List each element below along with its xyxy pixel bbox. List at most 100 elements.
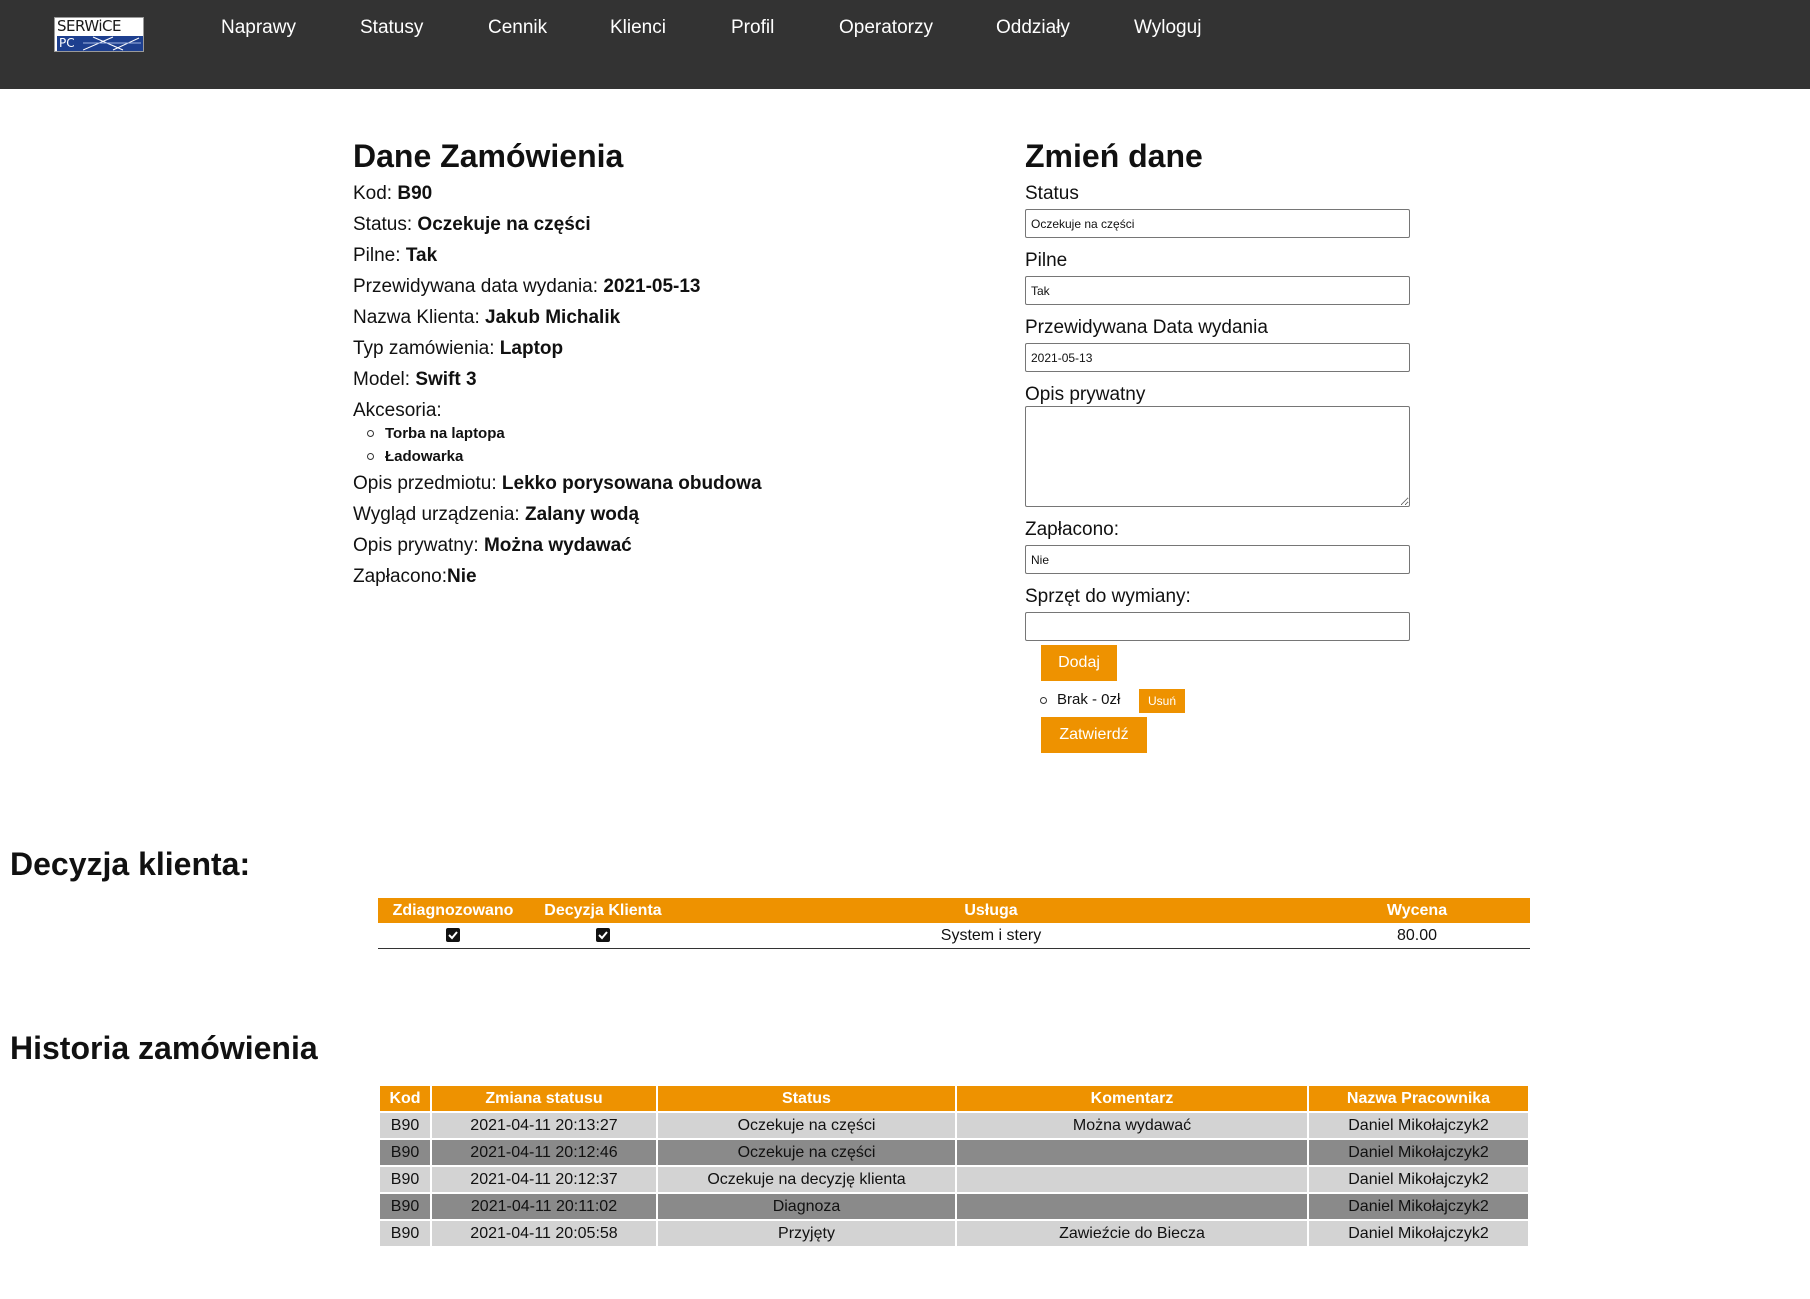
column-header: Nazwa Pracownika [1309, 1086, 1528, 1111]
detail-release-date-label: Przewidywana data wydania: [353, 276, 604, 297]
nav-link-wyloguj[interactable]: Wyloguj [1134, 17, 1201, 39]
detail-urgent-label: Pilne: [353, 245, 406, 266]
table-row: System i stery 80.00 [378, 923, 1530, 948]
accessories-list: Torba na laptopa Ładowarka [353, 422, 505, 468]
release-date-field-label: Przewidywana Data wydania [1025, 317, 1268, 338]
table-cell: Daniel Mikołajczyk2 [1309, 1221, 1528, 1246]
circle-bullet-icon [1040, 697, 1047, 704]
detail-code-value: B90 [397, 183, 433, 204]
client-decision-table: Zdiagnozowano Decyzja Klienta Usługa Wyc… [378, 898, 1530, 949]
urgent-field-label: Pilne [1025, 250, 1068, 271]
detail-urgent-value: Tak [405, 245, 438, 266]
table-row: B90 2021-04-11 20:05:58 Przyjęty Zawieźc… [380, 1221, 1528, 1246]
price-cell: 80.00 [1396, 926, 1438, 944]
column-header: Zmiana statusu [432, 1086, 656, 1111]
list-item: Ładowarka [353, 445, 505, 468]
paid-field[interactable] [1025, 545, 1410, 574]
diagnosed-checkbox[interactable] [446, 928, 460, 943]
private-description-textarea[interactable] [1025, 406, 1410, 507]
checkmark-icon [448, 931, 458, 940]
nav-link-operatorzy[interactable]: Operatorzy [839, 17, 933, 39]
detail-appearance: Wygląd urządzenia: Zalany wodą [353, 504, 639, 526]
detail-private-description: Opis prywatny: Można wydawać [353, 535, 632, 557]
table-header-row: Kod Zmiana statusu Status Komentarz Nazw… [380, 1086, 1528, 1111]
table-cell: 2021-04-11 20:13:27 [432, 1113, 656, 1138]
status-field[interactable] [1025, 209, 1410, 238]
column-header: Kod [380, 1086, 430, 1111]
detail-item-description: Opis przedmiotu: Lekko porysowana obudow… [353, 473, 762, 495]
nav-link-cennik[interactable]: Cennik [488, 17, 547, 39]
top-nav: SERWiCE PC Naprawy Statusy Cennik Klienc… [0, 0, 1810, 89]
release-date-field[interactable] [1025, 343, 1410, 372]
client-decision-title: Decyzja klienta: [10, 846, 251, 882]
urgent-field[interactable] [1025, 276, 1410, 305]
table-cell: Diagnoza [658, 1194, 955, 1219]
serwice-pc-logo[interactable]: SERWiCE PC [54, 17, 144, 52]
table-cell: 2021-04-11 20:05:58 [432, 1221, 656, 1246]
submit-button[interactable]: Zatwierdź [1041, 717, 1147, 753]
logo-bottom-band: PC [57, 36, 143, 51]
detail-order-type-label: Typ zamówienia: [353, 338, 500, 359]
column-header: Status [658, 1086, 955, 1111]
detail-model-value: Swift 3 [415, 369, 477, 390]
table-cell: B90 [380, 1221, 430, 1246]
detail-paid-label: Zapłacono: [353, 566, 448, 587]
detail-urgent: Pilne: Tak [353, 245, 437, 267]
detail-item-description-value: Lekko porysowana obudowa [501, 473, 762, 494]
table-cell: Zawieźcie do Biecza [957, 1221, 1307, 1246]
detail-client-value: Jakub Michalik [485, 307, 621, 328]
table-cell: Można wydawać [957, 1113, 1307, 1138]
table-cell: 2021-04-11 20:12:37 [432, 1167, 656, 1192]
table-cell: B90 [380, 1140, 430, 1165]
table-cell [957, 1167, 1307, 1192]
nav-link-oddzialy[interactable]: Oddziały [996, 17, 1070, 39]
client-decision-cell [528, 923, 678, 948]
table-cell [957, 1140, 1307, 1165]
change-data-title: Zmień dane [1025, 138, 1203, 174]
table-cell: 2021-04-11 20:12:46 [432, 1140, 656, 1165]
nav-link-klienci[interactable]: Klienci [610, 17, 666, 39]
table-cell: Oczekuje na części [658, 1113, 955, 1138]
detail-model: Model: Swift 3 [353, 369, 477, 391]
nav-link-naprawy[interactable]: Naprawy [221, 17, 296, 39]
order-details-title: Dane Zamówienia [353, 138, 624, 174]
table-cell [957, 1194, 1307, 1219]
add-part-button[interactable]: Dodaj [1041, 645, 1117, 681]
client-decision-checkbox[interactable] [596, 928, 610, 943]
detail-item-description-label: Opis przedmiotu: [353, 473, 502, 494]
table-row: B90 2021-04-11 20:11:02 Diagnoza Daniel … [380, 1194, 1528, 1219]
table-cell: Daniel Mikołajczyk2 [1309, 1113, 1528, 1138]
order-history-title: Historia zamówienia [10, 1030, 318, 1066]
detail-release-date-value: 2021-05-13 [603, 276, 701, 297]
detail-appearance-label: Wygląd urządzenia: [353, 504, 525, 525]
detail-appearance-value: Zalany wodą [524, 504, 640, 525]
table-cell: Daniel Mikołajczyk2 [1309, 1140, 1528, 1165]
table-cell: Daniel Mikołajczyk2 [1309, 1194, 1528, 1219]
detail-private-description-label: Opis prywatny: [353, 535, 484, 556]
logo-lines-icon [83, 36, 141, 51]
nav-link-statusy[interactable]: Statusy [360, 17, 423, 39]
replacement-parts-field[interactable] [1025, 612, 1410, 641]
table-cell: Daniel Mikołajczyk2 [1309, 1167, 1528, 1192]
detail-order-type-value: Laptop [499, 338, 564, 359]
table-row: B90 2021-04-11 20:12:46 Oczekuje na częś… [380, 1140, 1528, 1165]
diagnosed-cell [378, 923, 528, 948]
detail-client-label: Nazwa Klienta: [353, 307, 486, 328]
nav-link-profil[interactable]: Profil [731, 17, 774, 39]
remove-part-button[interactable]: Usuń [1139, 689, 1185, 713]
table-cell: Przyjęty [658, 1221, 955, 1246]
table-cell: B90 [380, 1194, 430, 1219]
circle-bullet-icon [367, 453, 374, 460]
table-cell: Oczekuje na części [658, 1140, 955, 1165]
table-cell: 2021-04-11 20:11:02 [432, 1194, 656, 1219]
list-item: Torba na laptopa [353, 422, 505, 445]
detail-status-value: Oczekuje na części [417, 214, 591, 235]
detail-paid-value: Nie [447, 566, 477, 587]
detail-order-type: Typ zamówienia: Laptop [353, 338, 563, 360]
detail-code-label: Kod: [353, 183, 398, 204]
column-header: Usługa [678, 898, 1304, 923]
detail-accessories-label: Akcesoria: [353, 400, 442, 421]
logo-top-text: SERWiCE [57, 17, 121, 35]
detail-status-label: Status: [353, 214, 418, 235]
checkmark-icon [598, 931, 608, 940]
